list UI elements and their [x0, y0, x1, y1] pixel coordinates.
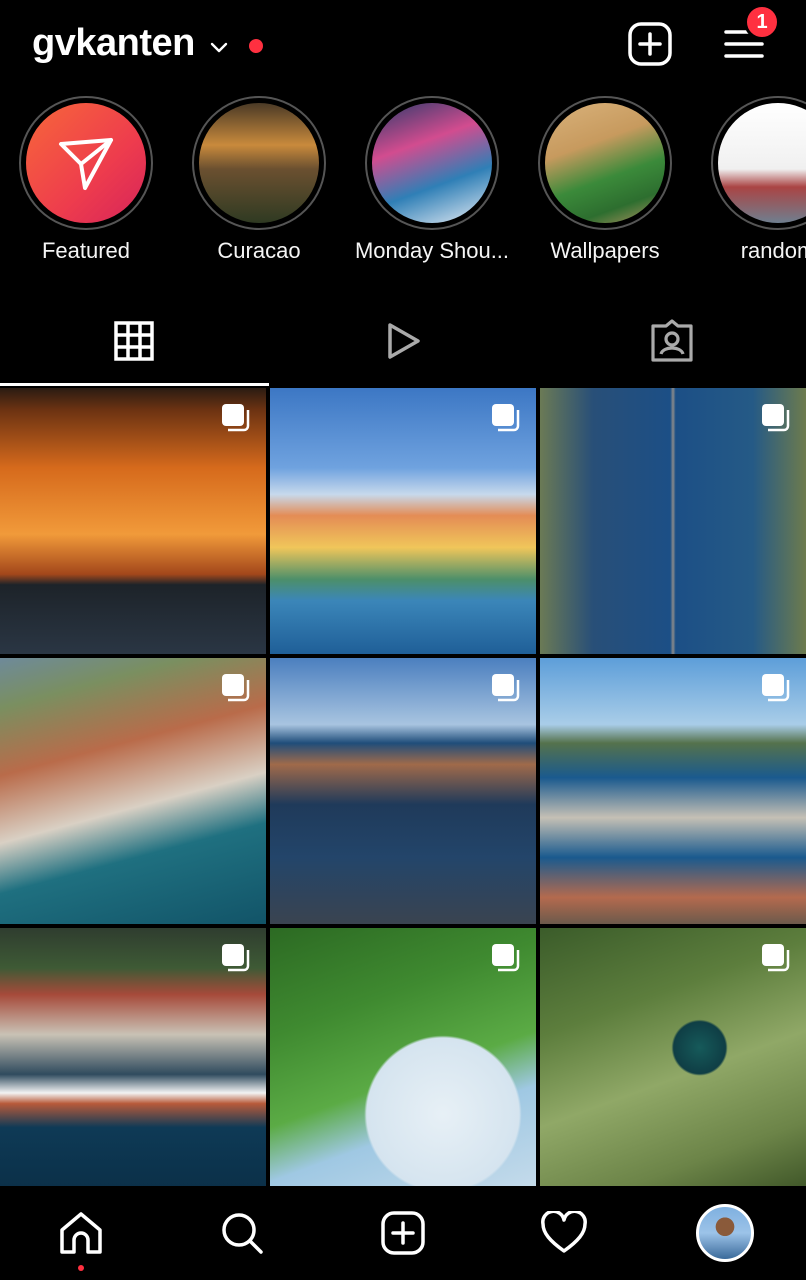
carousel-icon — [222, 404, 250, 432]
highlight-ring — [19, 96, 153, 230]
highlight-label: Monday Shou... — [354, 238, 510, 263]
nav-create[interactable] — [373, 1203, 433, 1263]
highlight-label: Featured — [41, 238, 131, 263]
notification-badge: 1 — [744, 4, 780, 40]
post-thumbnail[interactable] — [0, 658, 266, 924]
tagged-user-icon — [651, 319, 693, 362]
bottom-navigation — [0, 1186, 806, 1280]
carousel-icon — [762, 404, 790, 432]
plus-square-icon — [628, 22, 672, 66]
post-thumbnail[interactable] — [270, 928, 536, 1194]
carousel-icon — [492, 404, 520, 432]
highlight-monday-shoutouts[interactable]: Monday Shou... — [342, 96, 522, 264]
posts-grid — [0, 388, 806, 1194]
highlight-ring — [365, 96, 499, 230]
username: gvkanten — [32, 22, 195, 64]
search-icon — [222, 1213, 263, 1254]
highlight-cover — [199, 103, 319, 223]
highlight-label: Curacao — [217, 238, 301, 263]
carousel-icon — [762, 944, 790, 972]
highlight-ring — [538, 96, 672, 230]
carousel-icon — [222, 944, 250, 972]
post-thumbnail[interactable] — [270, 388, 536, 654]
new-post-icon — [381, 1211, 425, 1255]
account-switcher[interactable]: gvkanten — [32, 22, 263, 65]
nav-home[interactable] — [51, 1203, 111, 1271]
highlight-wallpapers[interactable]: Wallpapers — [515, 96, 695, 264]
carousel-icon — [492, 674, 520, 702]
nav-activity[interactable] — [534, 1203, 594, 1263]
highlight-cover — [718, 103, 806, 223]
active-indicator-dot — [77, 1265, 84, 1271]
highlight-random[interactable]: random — [688, 96, 806, 264]
carousel-icon — [222, 674, 250, 702]
carousel-icon — [492, 944, 520, 972]
paper-plane-icon — [59, 138, 113, 190]
highlight-ring — [711, 96, 806, 230]
home-icon — [59, 1212, 102, 1254]
post-thumbnail[interactable] — [0, 388, 266, 654]
highlight-cover — [545, 103, 665, 223]
profile-avatar — [696, 1204, 755, 1262]
chevron-down-icon — [210, 42, 228, 52]
highlight-ring — [192, 96, 326, 230]
profile-tabs — [0, 296, 806, 386]
tab-reels[interactable] — [269, 296, 538, 386]
new-content-dot — [248, 38, 263, 53]
highlight-featured[interactable]: Featured — [0, 96, 176, 264]
highlight-cover — [372, 103, 492, 223]
story-highlights: Featured Curacao Monday Shou... Wallpape… — [0, 96, 806, 276]
highlight-cover — [26, 103, 146, 223]
grid-icon — [114, 321, 155, 361]
reels-play-icon — [388, 323, 420, 359]
highlight-label: random — [740, 238, 806, 263]
post-thumbnail[interactable] — [0, 928, 266, 1194]
tab-posts-grid[interactable] — [0, 296, 269, 386]
create-new-button[interactable] — [626, 20, 674, 68]
post-thumbnail[interactable] — [540, 928, 806, 1194]
post-thumbnail[interactable] — [540, 658, 806, 924]
carousel-icon — [762, 674, 790, 702]
nav-search[interactable] — [212, 1203, 272, 1263]
nav-profile[interactable] — [695, 1203, 755, 1263]
post-thumbnail[interactable] — [270, 658, 536, 924]
post-thumbnail[interactable] — [540, 388, 806, 654]
tab-tagged[interactable] — [537, 296, 806, 386]
highlight-label: Wallpapers — [550, 238, 660, 263]
top-bar: gvkanten 1 — [0, 0, 806, 96]
highlight-curacao[interactable]: Curacao — [169, 96, 349, 264]
heart-icon — [541, 1211, 588, 1253]
